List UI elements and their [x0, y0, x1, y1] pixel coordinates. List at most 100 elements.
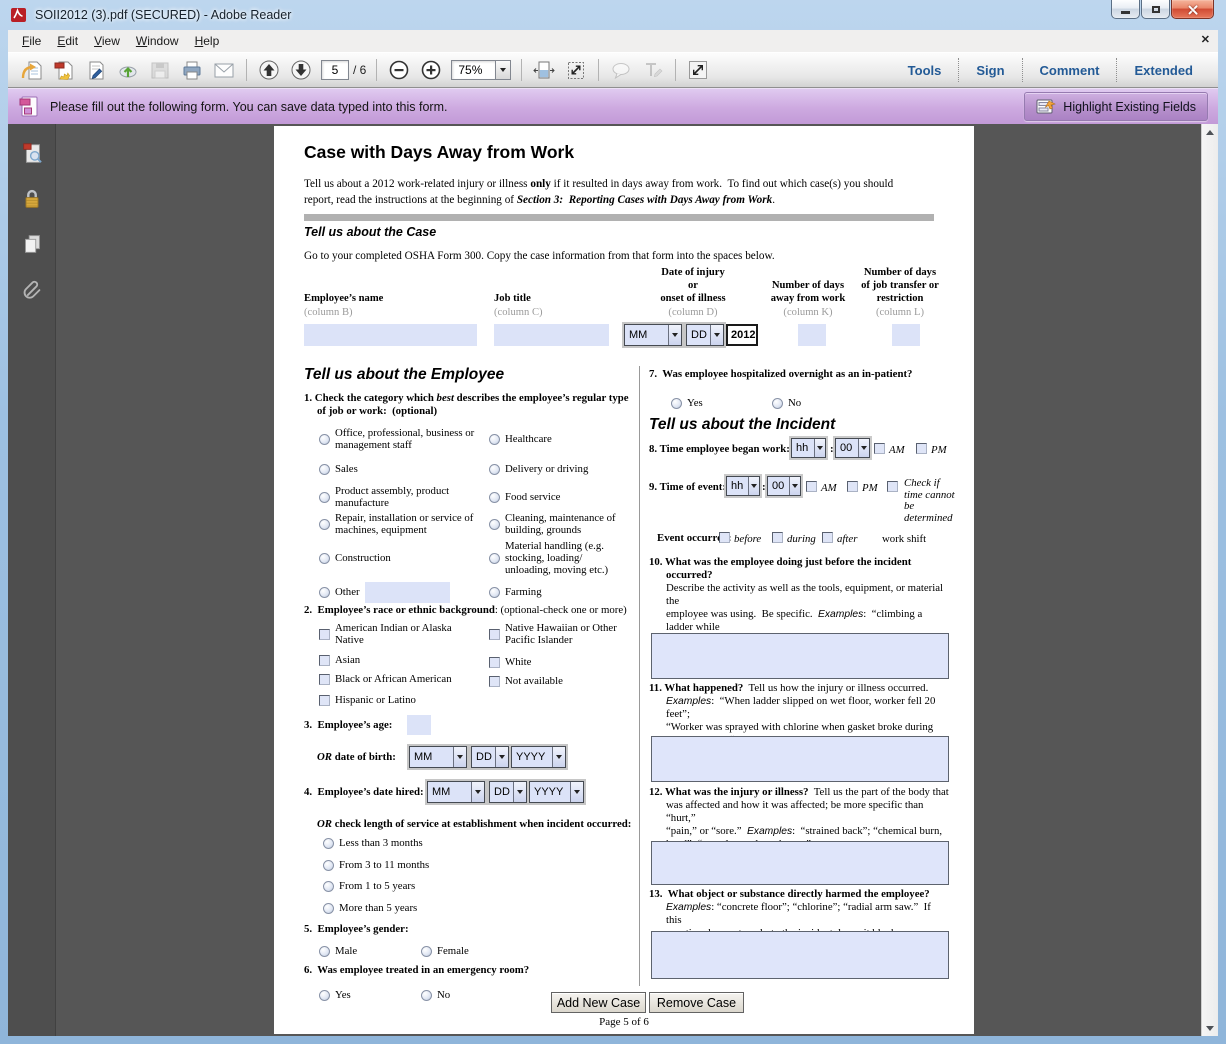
office-radio[interactable]: [319, 434, 330, 445]
q13-object-textarea[interactable]: [651, 931, 949, 979]
page-thumbnails-button[interactable]: [17, 140, 47, 168]
delivery-radio[interactable]: [489, 464, 500, 475]
scroll-down-button[interactable]: [1203, 1020, 1218, 1036]
before-checkbox[interactable]: [719, 532, 730, 543]
hispanic-checkbox[interactable]: [319, 695, 330, 706]
pages-button[interactable]: [17, 230, 47, 258]
female-radio[interactable]: [421, 946, 432, 957]
attachments-button[interactable]: [17, 275, 47, 303]
native-hawaiian-checkbox[interactable]: [489, 629, 500, 640]
event-pm-checkbox[interactable]: [847, 481, 858, 492]
other-text-field[interactable]: [365, 582, 450, 603]
minimize-button[interactable]: [1111, 0, 1140, 19]
menu-item-file[interactable]: File: [14, 32, 49, 50]
chevron-down-icon[interactable]: [495, 60, 511, 80]
black-checkbox[interactable]: [319, 674, 330, 685]
time-undetermined-checkbox[interactable]: [887, 481, 898, 492]
dob-day-select[interactable]: DD: [471, 746, 509, 768]
event-minute-select[interactable]: 00: [767, 476, 801, 496]
save-button[interactable]: [145, 57, 175, 84]
page-fit-screen-button[interactable]: [561, 57, 591, 84]
employee-name-field[interactable]: [304, 324, 477, 346]
american-indian-checkbox[interactable]: [319, 629, 330, 640]
product-assembly-radio[interactable]: [319, 492, 330, 503]
not-available-checkbox[interactable]: [489, 676, 500, 687]
job-title-field[interactable]: [494, 324, 609, 346]
comment-bubble-button[interactable]: [606, 57, 636, 84]
during-checkbox[interactable]: [772, 532, 783, 543]
zoom-level-input[interactable]: [451, 60, 495, 80]
began-work-minute-select[interactable]: 00: [835, 438, 870, 458]
scroll-up-button[interactable]: [1203, 124, 1218, 140]
white-checkbox[interactable]: [489, 657, 500, 668]
sales-radio[interactable]: [319, 464, 330, 475]
highlight-existing-fields-button[interactable]: Highlight Existing Fields: [1024, 92, 1208, 121]
zoom-in-button[interactable]: [416, 57, 446, 84]
injury-day-select[interactable]: DD: [686, 324, 724, 346]
q11-what-happened-textarea[interactable]: [651, 736, 949, 782]
close-button[interactable]: [1171, 0, 1214, 19]
fullscreen-button[interactable]: [683, 57, 713, 84]
healthcare-radio[interactable]: [489, 434, 500, 445]
comment-panel-button[interactable]: Comment: [1023, 63, 1117, 78]
began-work-pm-checkbox[interactable]: [916, 443, 927, 454]
hired-month-select[interactable]: MM: [427, 781, 485, 803]
injury-year-field[interactable]: 2012: [726, 324, 758, 346]
menu-item-view[interactable]: View: [86, 32, 128, 50]
next-page-button[interactable]: [286, 57, 316, 84]
asian-checkbox[interactable]: [319, 655, 330, 666]
text-annotation-button[interactable]: [638, 57, 668, 84]
remove-case-button[interactable]: Remove Case: [649, 992, 744, 1013]
q12-injury-textarea[interactable]: [651, 841, 949, 885]
extended-panel-button[interactable]: Extended: [1117, 63, 1210, 78]
vertical-scrollbar[interactable]: [1201, 124, 1218, 1036]
cloud-upload-button[interactable]: [113, 57, 143, 84]
add-new-case-button[interactable]: Add New Case: [551, 992, 646, 1013]
hospitalized-no-radio[interactable]: [772, 398, 783, 409]
er-yes-radio[interactable]: [319, 990, 330, 1001]
menu-item-window[interactable]: Window: [128, 32, 187, 50]
injury-month-select[interactable]: MM: [624, 324, 682, 346]
security-lock-button[interactable]: [17, 185, 47, 213]
sign-document-button[interactable]: [81, 57, 111, 84]
hired-day-select[interactable]: DD: [489, 781, 527, 803]
food-service-radio[interactable]: [489, 492, 500, 503]
repair-radio[interactable]: [319, 519, 330, 530]
dob-month-select[interactable]: MM: [409, 746, 467, 768]
page-number-input[interactable]: [321, 60, 349, 80]
print-button[interactable]: [177, 57, 207, 84]
menu-item-help[interactable]: Help: [187, 32, 228, 50]
more-than-5-years-radio[interactable]: [323, 903, 334, 914]
construction-radio[interactable]: [319, 553, 330, 564]
3-to-11-months-radio[interactable]: [323, 860, 334, 871]
employee-age-field[interactable]: [407, 715, 431, 735]
event-am-checkbox[interactable]: [806, 481, 817, 492]
zoom-level-select[interactable]: [451, 60, 511, 80]
event-hour-select[interactable]: hh: [726, 476, 760, 496]
zoom-out-button[interactable]: [384, 57, 414, 84]
page-fit-width-button[interactable]: [529, 57, 559, 84]
sign-panel-button[interactable]: Sign: [959, 63, 1021, 78]
hospitalized-yes-radio[interactable]: [671, 398, 682, 409]
email-button[interactable]: [209, 57, 239, 84]
dob-year-select[interactable]: YYYY: [511, 746, 566, 768]
cleaning-radio[interactable]: [489, 519, 500, 530]
open-button[interactable]: [17, 57, 47, 84]
maximize-button[interactable]: [1141, 0, 1170, 19]
less-than-3-months-radio[interactable]: [323, 838, 334, 849]
job-transfer-days-field[interactable]: [892, 324, 920, 346]
previous-page-button[interactable]: [254, 57, 284, 84]
create-pdf-button[interactable]: [49, 57, 79, 84]
farming-radio[interactable]: [489, 587, 500, 598]
after-checkbox[interactable]: [822, 532, 833, 543]
tools-panel-button[interactable]: Tools: [891, 63, 959, 78]
began-work-am-checkbox[interactable]: [874, 443, 885, 454]
q10-activity-textarea[interactable]: [651, 633, 949, 679]
male-radio[interactable]: [319, 946, 330, 957]
menu-item-edit[interactable]: Edit: [49, 32, 86, 50]
began-work-hour-select[interactable]: hh: [791, 438, 826, 458]
other-radio[interactable]: [319, 587, 330, 598]
days-away-field[interactable]: [798, 324, 826, 346]
1-to-5-years-radio[interactable]: [323, 881, 334, 892]
er-no-radio[interactable]: [421, 990, 432, 1001]
